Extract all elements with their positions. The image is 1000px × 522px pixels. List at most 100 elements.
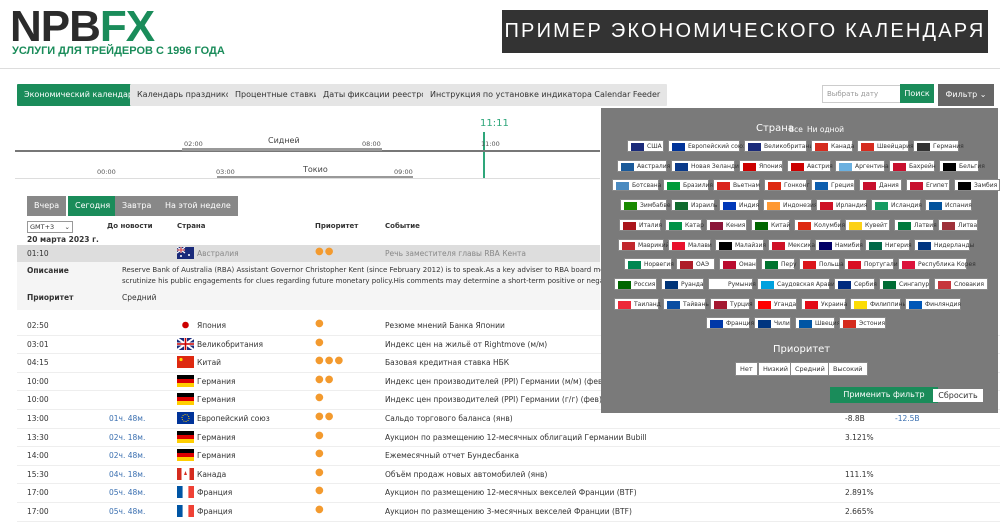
country-chip[interactable]: Колумбия — [794, 218, 845, 231]
table-row[interactable]: 13:30 02ч. 18м. Германия ● Аукцион по размещ… — [17, 428, 1000, 448]
country-chip[interactable]: Новая Зеландия — [671, 159, 743, 172]
country-chip[interactable]: Ирландия — [816, 199, 867, 212]
country-chip[interactable]: Маврикий — [618, 238, 670, 251]
country-chip[interactable]: Малави — [668, 238, 712, 251]
country-chip[interactable]: Тайвань — [663, 297, 709, 310]
country-chip[interactable]: Канада — [811, 140, 854, 152]
country-chip[interactable]: Россия — [614, 277, 657, 290]
country-chip[interactable]: Бахрейн — [889, 159, 936, 172]
country-chip[interactable]: Дания — [859, 179, 902, 192]
country-chip[interactable]: Мексика — [768, 238, 815, 251]
table-row[interactable]: 17:00 05ч. 48м. Франция ● Аукцион по размеще… — [17, 483, 1000, 503]
country-chip[interactable]: Португалия — [844, 258, 901, 271]
table-row[interactable]: 14:00 02ч. 48м. Германия ● Ежемесячный отчет… — [17, 446, 1000, 466]
country-chip[interactable]: Австралия — [617, 159, 670, 172]
country-chip[interactable]: Филиппины — [850, 297, 907, 310]
country-chip[interactable]: Индонезия — [763, 199, 818, 212]
select-all-link[interactable]: Все — [789, 125, 803, 134]
country-chip[interactable]: Австрия — [787, 159, 833, 172]
country-chip[interactable]: Израиль — [671, 199, 717, 212]
country-chip[interactable]: Перу — [761, 258, 797, 271]
country-chip[interactable]: Малайзия — [715, 238, 766, 251]
column-event[interactable]: Событие — [385, 222, 420, 230]
column-priority[interactable]: Приоритет — [315, 222, 358, 230]
select-none-link[interactable]: Ни одной — [807, 125, 844, 134]
priority-medium-chip[interactable]: Средний — [790, 362, 830, 376]
country-chip[interactable]: Румыния — [708, 277, 756, 290]
country-chip[interactable]: Саудовская Аравия — [757, 277, 839, 290]
country-chip[interactable]: Латвия — [894, 218, 937, 231]
country-chip[interactable]: Бельгия — [939, 159, 985, 172]
country-chip[interactable]: Германия — [913, 140, 964, 152]
search-button[interactable]: Поиск — [900, 84, 934, 103]
country-chip[interactable]: Турция — [710, 297, 753, 310]
country-chip[interactable]: Республика Корея — [898, 258, 976, 271]
country-chip[interactable]: Великобритания — [744, 140, 817, 152]
country-chip[interactable]: Исландия — [871, 199, 922, 212]
country-chip[interactable]: Польша — [799, 258, 844, 271]
country-chip[interactable]: Индия — [719, 199, 759, 212]
country-chip[interactable]: Кения — [706, 218, 747, 231]
table-row[interactable]: 15:30 04ч. 18м. Канада ● Объём продаж новых … — [17, 465, 1000, 485]
apply-filter-button[interactable]: Применить фильтр — [830, 387, 938, 403]
country-chip[interactable]: Швейцария — [857, 140, 914, 152]
country-chip[interactable]: Нигерия — [865, 238, 912, 251]
country-chip[interactable]: Сингапур — [879, 277, 930, 290]
tab-holidays[interactable]: Календарь праздников — [130, 84, 243, 106]
npbfx-logo[interactable]: NPBFX — [10, 4, 155, 50]
country-chip[interactable]: Словакия — [934, 277, 988, 290]
country-chip[interactable]: Аргентина — [835, 159, 889, 172]
tab-record-dates[interactable]: Даты фиксации реестров — [316, 84, 438, 106]
country-chip[interactable]: США — [627, 140, 664, 152]
country-chip[interactable]: Нидерланды — [914, 238, 974, 251]
tab-interest-rates[interactable]: Процентные ставки — [228, 84, 326, 106]
country-chip[interactable]: Кувейт — [845, 218, 890, 231]
country-chip[interactable]: Уганда — [754, 297, 797, 310]
priority-none-chip[interactable]: Нет — [735, 362, 758, 376]
country-chip[interactable]: Вьетнам — [713, 179, 760, 192]
country-chip[interactable]: Замбия — [954, 179, 1000, 192]
country-chip[interactable]: Эстония — [839, 317, 886, 330]
country-chip[interactable]: ОАЭ — [676, 258, 715, 271]
country-chip[interactable]: Чили — [754, 317, 791, 330]
country-chip[interactable]: Швеция — [795, 317, 840, 330]
this-week-button[interactable]: На этой неделе — [158, 196, 238, 216]
country-chip[interactable]: Бразилия — [663, 179, 713, 192]
selected-event-row[interactable]: 01:10 Австралия ●● Речь заместителя глав… — [17, 245, 600, 262]
yesterday-button[interactable]: Вчера — [27, 196, 67, 216]
country-chip[interactable]: Зимбабве — [620, 199, 671, 212]
country-chip[interactable]: Европейский союз — [668, 140, 746, 152]
tomorrow-button[interactable]: Завтра — [115, 196, 159, 216]
column-to-news[interactable]: До новости — [107, 222, 152, 230]
country-chip[interactable]: Украина — [801, 297, 847, 310]
country-chip[interactable]: Гонконг — [764, 179, 810, 192]
country-chip[interactable]: Сербия — [834, 277, 877, 290]
priority-low-chip[interactable]: Низкий — [758, 362, 793, 376]
tab-calendar-feeder[interactable]: Инструкция по установке индикатора Calen… — [423, 84, 668, 106]
country-chip[interactable]: Таиланд — [614, 297, 661, 310]
country-chip[interactable]: Ботсвана — [612, 179, 661, 192]
timezone-select[interactable]: GMT+3 ⌄ — [27, 221, 73, 233]
column-country[interactable]: Страна — [177, 222, 206, 230]
country-chip[interactable]: Греция — [811, 179, 855, 192]
country-chip[interactable]: Намибия — [815, 238, 863, 251]
reset-filter-button[interactable]: Сбросить — [933, 389, 983, 402]
today-button[interactable]: Сегодня — [68, 196, 118, 216]
filter-button[interactable]: Фильтр ⌄ — [938, 84, 994, 106]
country-chip[interactable]: Италия — [619, 218, 662, 231]
table-row[interactable]: 17:00 05ч. 48м. Франция ● Аукцион по размеще… — [17, 502, 1000, 522]
country-chip[interactable]: Египет — [906, 179, 950, 192]
country-chip[interactable]: Япония — [739, 159, 783, 172]
priority-high-chip[interactable]: Высокий — [828, 362, 868, 376]
country-chip[interactable]: Китай — [751, 218, 790, 231]
country-chip[interactable]: Финляндия — [905, 297, 961, 310]
tab-economic-calendar[interactable]: Экономический календарь — [17, 84, 145, 106]
country-chip[interactable]: Испания — [925, 199, 972, 212]
country-chip[interactable]: Литва — [938, 218, 978, 231]
date-picker-input[interactable]: Выбрать дату — [822, 85, 908, 103]
country-chip[interactable]: Норвегия — [624, 258, 674, 271]
country-chip[interactable]: Катар — [665, 218, 704, 231]
country-chip[interactable]: Франция — [706, 317, 754, 330]
country-chip[interactable]: Руанда — [661, 277, 704, 290]
country-chip[interactable]: Оман — [719, 258, 757, 271]
